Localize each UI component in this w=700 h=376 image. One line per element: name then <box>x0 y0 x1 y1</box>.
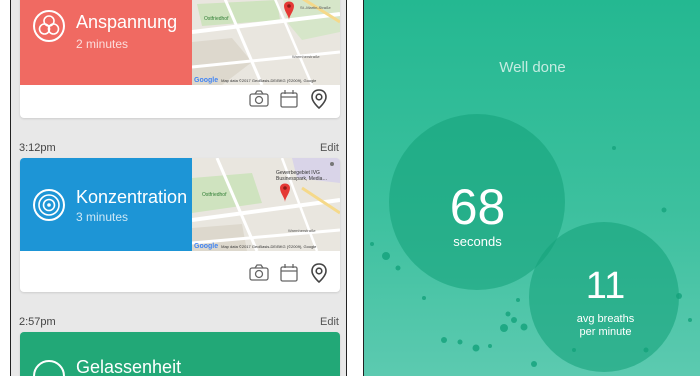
session-time: 3:12pm <box>19 142 56 154</box>
completion-title: Well done <box>499 59 566 76</box>
edit-button[interactable]: Edit <box>320 316 339 328</box>
breaths-label-line-2: per minute <box>579 326 632 338</box>
camera-icon[interactable] <box>248 262 270 284</box>
session-card-gelassenheit[interactable]: Gelassenheit <box>20 332 340 376</box>
serenity-icon <box>33 360 65 376</box>
session-time: 2:57pm <box>19 316 56 328</box>
session-name: Anspannung <box>76 12 178 32</box>
breaths-label-line-1: avg breaths <box>576 313 635 325</box>
session-map[interactable]: Gewerbegebiet IVG Businesspark, Media… O… <box>192 158 340 251</box>
calendar-icon[interactable] <box>278 262 300 284</box>
tension-icon <box>33 10 65 42</box>
session-time-row: 3:12pm Edit <box>11 142 346 158</box>
session-name: Gelassenheit <box>76 357 182 376</box>
calendar-icon[interactable] <box>278 88 300 110</box>
session-map[interactable]: Ostfriedhof St.-Martin-Straße Warmherstr… <box>192 0 340 85</box>
session-color-block: Anspannung 2 minutes <box>20 0 192 85</box>
map-label: Ostfriedhof <box>204 16 229 22</box>
location-pin-icon[interactable] <box>308 262 330 284</box>
edit-button[interactable]: Edit <box>320 142 339 154</box>
session-color-block: Konzentration 3 minutes <box>20 158 192 251</box>
session-time-row: 2:57pm Edit <box>11 316 346 332</box>
map-attribution: Google Map data ©2017 GeoBasis-DE/BKG (©2… <box>194 77 317 84</box>
seconds-value: 68 <box>449 179 506 235</box>
location-pin-icon[interactable] <box>308 88 330 110</box>
map-label: Gewerbegebiet IVG Businesspark, Media… <box>276 170 328 182</box>
session-card-konzentration[interactable]: Konzentration 3 minutes Gewerbegebiet IV… <box>20 158 340 292</box>
concentration-icon <box>33 189 65 221</box>
map-label: Ostfriedhof <box>202 192 227 198</box>
seconds-label: seconds <box>453 234 502 249</box>
map-label: St.-Martin-Straße <box>300 5 331 10</box>
session-duration: 2 minutes <box>76 37 129 51</box>
session-name: Konzentration <box>76 187 188 207</box>
breaths-label: avg breaths per minute <box>437 313 700 339</box>
session-result-screen: Well done 68 seconds 11 avg breaths per … <box>363 0 700 376</box>
breaths-value: 11 <box>585 265 626 307</box>
map-label: Warmherstraße <box>292 54 320 59</box>
session-history-screen: Anspannung 2 minutes Ostfriedhof St.-Mar… <box>10 0 347 376</box>
map-label: Warmherstraße <box>288 228 316 233</box>
session-duration: 3 minutes <box>76 210 129 224</box>
camera-icon[interactable] <box>248 88 270 110</box>
session-card-anspannung[interactable]: Anspannung 2 minutes Ostfriedhof St.-Mar… <box>20 0 340 118</box>
map-attribution: Google Map data ©2017 GeoBasis-DE/BKG (©2… <box>194 243 317 250</box>
